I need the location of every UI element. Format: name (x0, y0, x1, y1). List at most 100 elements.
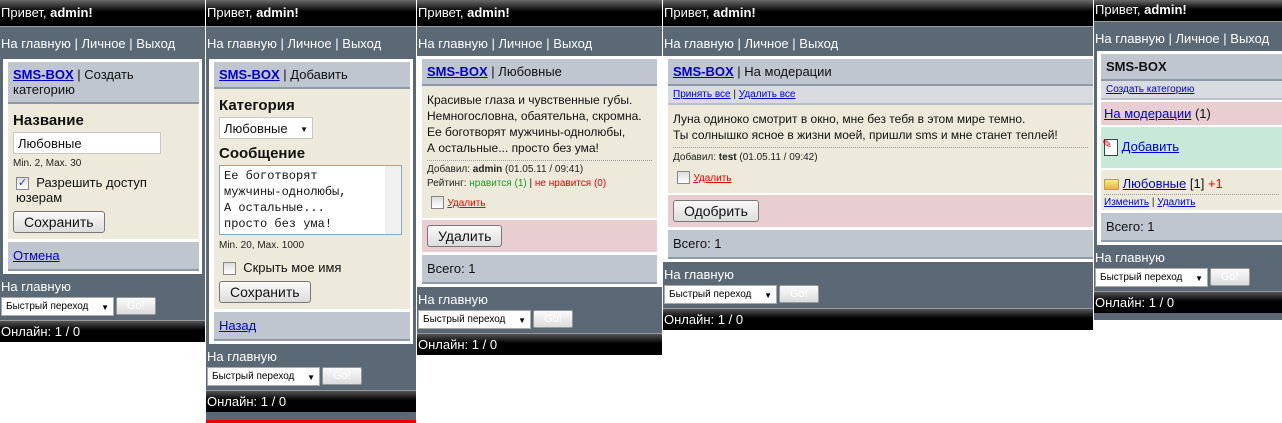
content: SMS-BOX | Добавить Категория Любовные ▼ … (209, 59, 413, 345)
scrollbar[interactable] (385, 166, 401, 234)
online-status: Онлайн: 1 / 0 (1094, 291, 1282, 314)
allow-users-checkbox[interactable]: ✓ (16, 177, 29, 191)
category-select[interactable]: Любовные ▼ (219, 117, 313, 139)
delete-all-link[interactable]: Удалить все (739, 89, 796, 100)
author: admin (472, 164, 503, 175)
nav-exit[interactable]: Выход (553, 36, 592, 51)
like-link[interactable]: нравится (1) (469, 178, 526, 189)
delete-link[interactable]: Удалить (447, 198, 485, 209)
quick-jump-select[interactable]: Быстрый переход ▼ (664, 285, 777, 304)
nav-home[interactable]: На главную (207, 36, 277, 51)
online-status: Онлайн: 1 / 0 (0, 320, 205, 343)
name-label: Название (13, 112, 84, 129)
name-hint: Min. 2, Max. 30 (13, 158, 82, 169)
online-status: Онлайн: 1 / 0 (206, 390, 416, 413)
quick-jump-select[interactable]: Быстрый переход ▼ (418, 310, 531, 329)
moderation-link[interactable]: На модерации (1104, 106, 1191, 121)
chevron-down-icon: ▼ (764, 291, 772, 300)
nav-exit[interactable]: Выход (799, 36, 838, 51)
brand-link[interactable]: SMS-BOX (673, 64, 734, 79)
brand-link[interactable]: SMS-BOX (219, 67, 280, 82)
form: Название Любовные Min. 2, Max. 30 ✓ Разр… (8, 104, 199, 240)
save-button[interactable]: Сохранить (13, 211, 105, 234)
online-status: Онлайн: 1 / 0 (417, 333, 662, 355)
footer-home-link[interactable]: На главную (664, 267, 1092, 282)
brand-link[interactable]: SMS-BOX (427, 64, 488, 79)
edit-document-icon: ✎ (1102, 137, 1118, 157)
category-item: Любовные [1] +1 Изменить | Удалить (1101, 170, 1282, 211)
total-count: Всего: 1 (422, 255, 657, 284)
online-status: Онлайн: 1 / 0 (663, 308, 1093, 330)
go-button[interactable]: Go! (779, 285, 819, 303)
page-title: SMS-BOX | На модерации (668, 59, 1093, 86)
save-button[interactable]: Сохранить (219, 281, 311, 304)
author: test (718, 152, 737, 163)
edit-link[interactable]: Изменить (1104, 197, 1149, 208)
cancel-link[interactable]: Отмена (13, 248, 60, 263)
message-hint: Min. 20, Max. 1000 (219, 240, 305, 251)
delete-link[interactable]: Удалить (693, 173, 731, 184)
page-title: SMS-BOX | Создать категорию (8, 62, 199, 104)
add-link[interactable]: Добавить (1122, 139, 1179, 154)
quick-jump-select[interactable]: Быстрый переход ▼ (1, 297, 114, 317)
select-checkbox[interactable] (677, 171, 690, 185)
footer-home-link[interactable]: На главную (1095, 250, 1281, 265)
nav-exit[interactable]: Выход (1230, 31, 1269, 46)
allow-users-label: Разрешить доступ юзерам (16, 175, 147, 206)
content: SMS-BOX | Любовные Красивые глаза и чувс… (417, 56, 662, 287)
nav-exit[interactable]: Выход (342, 36, 381, 51)
nav-personal[interactable]: Личное (1175, 31, 1219, 46)
message-item: Луна одиноко смотрит в окно, мне без теб… (668, 105, 1093, 193)
nav-home[interactable]: На главную (418, 36, 488, 51)
footer: На главную Быстрый переход ▼ Go! (417, 287, 662, 333)
footer-home-link[interactable]: На главную (1, 279, 204, 294)
top-nav: На главную | Личное | Выход (418, 36, 593, 51)
header: Привет, admin! (417, 0, 662, 27)
footer-home-link[interactable]: На главную (207, 349, 415, 364)
chevron-down-icon: ▼ (307, 373, 315, 383)
go-button[interactable]: Go! (116, 297, 156, 316)
chevron-down-icon: ▼ (518, 316, 526, 325)
screen-sms-box-index: Привет, admin! На главную | Личное | Вых… (1094, 0, 1282, 320)
go-button[interactable]: Go! (533, 310, 573, 328)
create-category-link[interactable]: Создать категорию (1106, 84, 1194, 95)
footer-home-link[interactable]: На главную (418, 292, 661, 307)
nav-personal[interactable]: Личное (744, 36, 788, 51)
category-link[interactable]: Любовные (1123, 176, 1187, 191)
back-link[interactable]: Назад (219, 318, 256, 333)
message-item: Красивые глаза и чувственные губы. Немног… (422, 86, 657, 218)
header: Привет, admin! (663, 0, 1093, 27)
nav-home[interactable]: На главную (1, 36, 71, 51)
nav-home[interactable]: На главную (1095, 31, 1165, 46)
content: SMS-BOX Создать категорию На модерации (… (1097, 51, 1282, 246)
nav-exit[interactable]: Выход (136, 36, 175, 51)
footer: На главную Быстрый переход ▼ Go! (206, 344, 416, 390)
hide-name-checkbox[interactable] (223, 262, 236, 276)
go-button[interactable]: Go! (322, 367, 362, 386)
nav-personal[interactable]: Личное (287, 36, 331, 51)
accept-all-link[interactable]: Принять все (673, 89, 731, 100)
header: Привет, admin! (1094, 0, 1282, 22)
nav-personal[interactable]: Личное (81, 36, 125, 51)
quick-jump-select[interactable]: Быстрый переход ▼ (1095, 268, 1208, 288)
message-label: Сообщение (219, 145, 306, 162)
dislike-link[interactable]: не нравится (0) (535, 178, 606, 189)
top-nav: На главную | Личное | Выход (1, 36, 176, 51)
nav-home[interactable]: На главную (664, 36, 734, 51)
delete-button[interactable]: Удалить (427, 225, 503, 247)
footer: На главную Быстрый переход ▼ Go! (0, 274, 205, 320)
message-textarea[interactable]: Ее боготворят мужчины-однолюбы, А остальны… (219, 165, 402, 235)
brand-link[interactable]: SMS-BOX (13, 67, 74, 82)
quick-jump-select[interactable]: Быстрый переход ▼ (207, 367, 320, 387)
approve-button[interactable]: Одобрить (673, 200, 759, 222)
page-title: SMS-BOX | Добавить (214, 62, 410, 89)
nav-personal[interactable]: Личное (498, 36, 542, 51)
name-input[interactable]: Любовные (13, 132, 161, 154)
top-nav: На главную | Личное | Выход (664, 36, 839, 51)
page-title: SMS-BOX | Любовные (422, 59, 657, 86)
go-button[interactable]: Go! (1210, 268, 1250, 287)
delete-link[interactable]: Удалить (1157, 197, 1195, 208)
header: Привет, admin! (0, 0, 205, 27)
select-checkbox[interactable] (431, 196, 444, 210)
footer: На главную Быстрый переход ▼ Go! (1094, 245, 1282, 291)
